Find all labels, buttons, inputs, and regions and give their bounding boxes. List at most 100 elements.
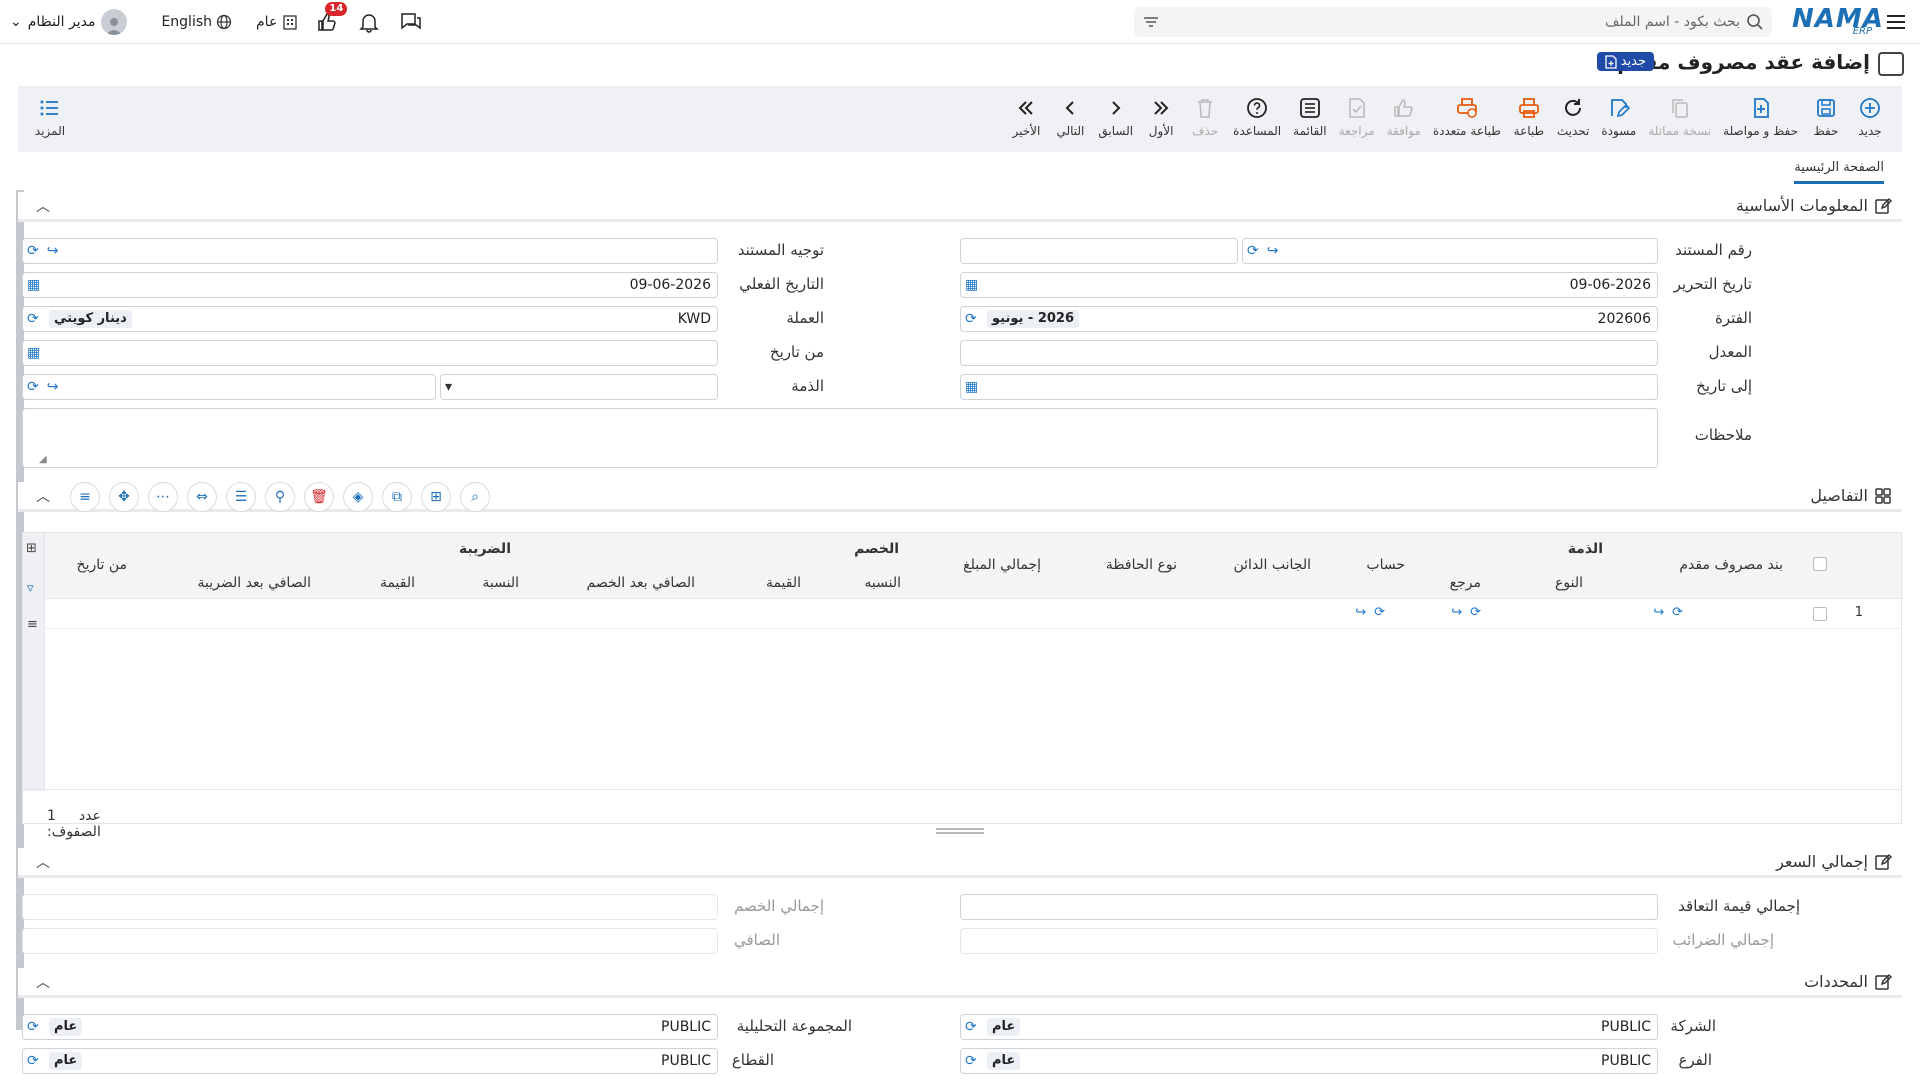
columns-icon[interactable]: ☰ [226, 482, 256, 512]
calendar-icon[interactable]: ▦ [965, 277, 978, 293]
col-tax-rate[interactable]: النسبة [482, 575, 519, 591]
share-icon[interactable]: ↪ [1355, 605, 1366, 620]
notes-textarea[interactable]: ◢ [22, 408, 1658, 468]
doc-number-secondary-field[interactable] [960, 238, 1238, 264]
search-input[interactable]: بحث بكود - اسم الملف [1160, 14, 1746, 30]
new-button[interactable]: جديد [1848, 86, 1892, 138]
col-credit-side[interactable]: الجانب الدائن [1234, 557, 1312, 573]
col-total-amount[interactable]: إجمالي المبلغ [963, 557, 1041, 573]
multi-print-button[interactable]: طباعة متعددة [1427, 86, 1507, 138]
col-prepaid-item[interactable]: بند مصروف مقدم [1679, 557, 1783, 573]
approvals-button[interactable]: 14 [313, 2, 348, 36]
filter-icon[interactable]: ≡ [70, 482, 100, 512]
section-dimensions-header[interactable]: المحددات ︿ [18, 968, 1902, 998]
company-field[interactable]: PUBLIC ⟳ عام [960, 1014, 1658, 1040]
refresh-button[interactable]: تحديث [1551, 86, 1596, 138]
period-field[interactable]: 202606 ⟳ 2026 - يونيو [960, 306, 1658, 332]
search-refresh-icon[interactable]: ⟳ [1470, 605, 1481, 620]
doc-number-field[interactable]: ⟳ ↪ [1242, 238, 1658, 264]
calendar-icon[interactable]: ▦ [27, 345, 40, 361]
collapse-chevron-icon[interactable]: ︿ [36, 486, 50, 506]
search-refresh-icon[interactable]: ⟳ [1672, 605, 1683, 620]
filter-icon[interactable] [1142, 13, 1160, 31]
total-contract-field[interactable] [960, 894, 1658, 920]
more-button[interactable]: المزيد [28, 86, 72, 138]
search-refresh-icon[interactable]: ⟳ [27, 311, 39, 327]
section-basic-header[interactable]: المعلومات الأساسية ︿ [18, 192, 1902, 222]
collapse-chevron-icon[interactable]: ︿ [36, 196, 50, 216]
print-button[interactable]: طباعة [1507, 86, 1551, 138]
language-switch[interactable]: English [161, 14, 232, 30]
review-button[interactable]: مراجعة [1333, 86, 1381, 138]
doc-direction-field[interactable]: ⟳ ↪ [22, 238, 718, 264]
branch-field[interactable]: PUBLIC ⟳ عام [960, 1048, 1658, 1074]
add-row-icon[interactable]: ⊞ [421, 482, 451, 512]
fit-columns-icon[interactable]: ⇔ [187, 482, 217, 512]
duplicate-button[interactable]: نسخة مماثلة [1642, 86, 1717, 138]
resize-grip-icon[interactable]: ◢ [39, 454, 47, 465]
search-refresh-icon[interactable]: ⟳ [27, 1053, 39, 1069]
col-from-date[interactable]: من تاريخ [77, 557, 127, 573]
col-portfolio-type[interactable]: نوع الحافظة [1106, 557, 1177, 573]
share-icon[interactable]: ↪ [47, 379, 59, 395]
chat-button[interactable] [397, 8, 425, 36]
col-reference[interactable]: مرجع [1450, 575, 1481, 591]
collapse-chevron-icon[interactable]: ︿ [36, 972, 50, 992]
hamburger-menu-icon[interactable] [1884, 10, 1908, 34]
share-icon[interactable]: ↪ [1653, 605, 1664, 620]
col-discount-value[interactable]: القيمة [766, 575, 801, 591]
first-button[interactable]: الأول [1139, 86, 1183, 138]
collapse-chevron-icon[interactable]: ︿ [36, 852, 50, 872]
col-discount-rate[interactable]: النسبه [864, 575, 901, 591]
notifications-button[interactable] [355, 8, 383, 36]
delete-row-icon[interactable]: 🗑 [304, 482, 334, 512]
table-row[interactable]: 1 ↪ ⟳ ↪ ⟳ ↪ ⟳ [23, 599, 1901, 629]
search-refresh-icon[interactable]: ⟳ [965, 1053, 977, 1069]
window-icon[interactable] [1878, 52, 1904, 76]
global-search[interactable]: بحث بكود - اسم الملف [1134, 7, 1772, 37]
to-date-field[interactable]: ▦ [960, 374, 1658, 400]
last-button[interactable]: الأخير [1004, 86, 1048, 138]
help-button[interactable]: المساعدة [1227, 86, 1287, 138]
calendar-icon[interactable]: ▦ [965, 379, 978, 395]
search-refresh-icon[interactable]: ⟳ [965, 1019, 977, 1035]
select-all-checkbox[interactable] [1813, 557, 1827, 571]
delete-button[interactable]: حذف [1183, 86, 1227, 138]
rate-field[interactable] [960, 340, 1658, 366]
user-menu[interactable]: ⌄ مدير النظام [10, 9, 128, 35]
next-button[interactable]: التالي [1048, 86, 1092, 138]
analytic-group-field[interactable]: PUBLIC ⟳ عام [22, 1014, 718, 1040]
sector-field[interactable]: PUBLIC ⟳ عام [22, 1048, 718, 1074]
share-icon[interactable]: ↪ [47, 243, 59, 259]
row-checkbox[interactable] [1813, 607, 1827, 621]
layers-icon[interactable]: ◈ [343, 482, 373, 512]
draft-button[interactable]: مسودة [1595, 86, 1642, 138]
search-refresh-icon[interactable]: ⟳ [27, 379, 39, 395]
scope-switch[interactable]: عام [256, 13, 299, 31]
list-button[interactable]: القائمة [1287, 86, 1332, 138]
search-refresh-icon[interactable]: ⟳ [1374, 605, 1385, 620]
copy-row-icon[interactable]: ⧉ [382, 482, 412, 512]
previous-button[interactable]: السابق [1092, 86, 1139, 138]
col-net-after-discount[interactable]: الصافي بعد الخصم [587, 575, 695, 591]
calendar-icon[interactable]: ▦ [27, 277, 40, 293]
search-refresh-icon[interactable]: ⟳ [27, 243, 39, 259]
search-refresh-icon[interactable]: ⟳ [965, 311, 977, 327]
approve-button[interactable]: موافقة [1381, 86, 1427, 138]
col-tax-value[interactable]: القيمة [380, 575, 415, 591]
grid-filter-icon[interactable]: ▿ [27, 581, 34, 596]
account-type-select[interactable]: ▾ [440, 374, 718, 400]
search-refresh-icon[interactable]: ⟳ [27, 1019, 39, 1035]
edit-date-field[interactable]: 09-06-2026 ▦ [960, 272, 1658, 298]
col-account[interactable]: حساب [1366, 557, 1405, 573]
move-icon[interactable]: ✥ [109, 482, 139, 512]
search-grid-icon[interactable]: ⌕ [460, 482, 490, 512]
section-price-header[interactable]: إجمالي السعر ︿ [18, 848, 1902, 878]
from-date-field[interactable]: ▦ [22, 340, 718, 366]
grid-resize-handle[interactable] [936, 828, 984, 834]
currency-field[interactable]: KWD ⟳ دينار كويتي [22, 306, 718, 332]
grid-settings-icon[interactable]: ⊞ [26, 541, 37, 556]
tab-main[interactable]: الصفحة الرئيسية [1794, 160, 1884, 184]
run-icon[interactable]: ⚲ [265, 482, 295, 512]
actual-date-field[interactable]: 09-06-2026 ▦ [22, 272, 718, 298]
